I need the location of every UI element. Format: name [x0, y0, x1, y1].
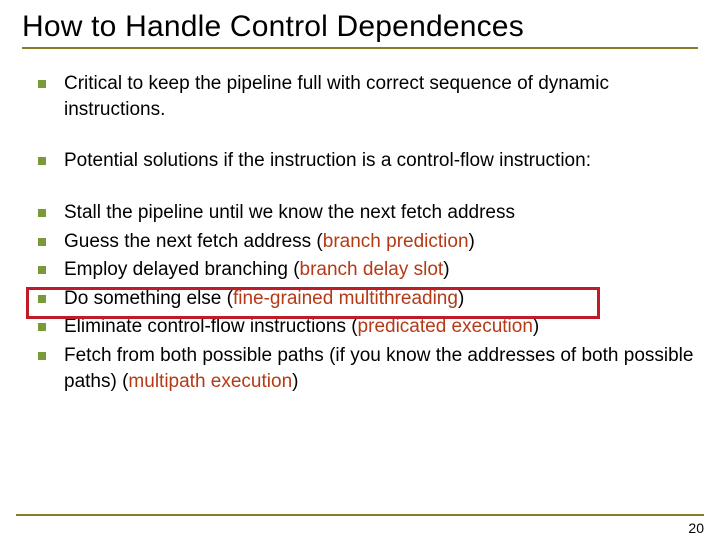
list-item: Employ delayed branching (branch delay s…	[32, 257, 698, 283]
bullet-list: Critical to keep the pipeline full with …	[22, 71, 698, 394]
title-underline	[22, 47, 698, 49]
text: Employ delayed branching (	[64, 259, 300, 280]
list-item: Stall the pipeline until we know the nex…	[32, 200, 698, 226]
keyword: predicated execution	[358, 316, 533, 337]
bottom-rule	[16, 514, 704, 516]
keyword: fine-grained multithreading	[233, 288, 458, 309]
list-item: Potential solutions if the instruction i…	[32, 148, 698, 174]
list-item: Guess the next fetch address (branch pre…	[32, 229, 698, 255]
list-item: Critical to keep the pipeline full with …	[32, 71, 698, 122]
text: Do something else (	[64, 288, 233, 309]
text: Guess the next fetch address (	[64, 231, 323, 252]
list-item: Eliminate control-flow instructions (pre…	[32, 314, 698, 340]
keyword: multipath execution	[128, 371, 292, 392]
text: )	[533, 316, 539, 337]
text: )	[458, 288, 464, 309]
text: )	[469, 231, 475, 252]
text: )	[443, 259, 449, 280]
slide-title: How to Handle Control Dependences	[22, 10, 698, 44]
text: Eliminate control-flow instructions (	[64, 316, 358, 337]
text: )	[292, 371, 298, 392]
keyword: branch delay slot	[300, 259, 444, 280]
list-item: Do something else (fine-grained multithr…	[32, 286, 698, 312]
list-item: Fetch from both possible paths (if you k…	[32, 343, 698, 394]
keyword: branch prediction	[323, 231, 469, 252]
page-number: 20	[688, 520, 704, 536]
